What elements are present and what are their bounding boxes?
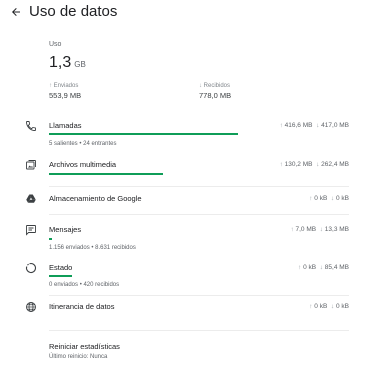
row-sent: 130,2 MB (284, 161, 313, 168)
row-stats: ↑ 7,0 MB ↓ 13,3 MB (290, 226, 349, 233)
received-summary: ↓ Recibidos 778,0 MB (199, 83, 231, 100)
row-detail: 0 enviados • 420 recibidos (49, 282, 120, 288)
usage-bar (49, 173, 282, 175)
row-name: Estado (49, 263, 73, 272)
divider (49, 330, 349, 331)
usage-total-unit: GB (74, 60, 86, 69)
divider (49, 214, 349, 215)
arrow-back-icon[interactable] (10, 6, 22, 18)
usage-bar (49, 238, 282, 240)
usage-row-google-storage[interactable]: Almacenamiento de Google ↑ 0 kB ↓ 0 kB (0, 190, 375, 210)
reset-statistics[interactable]: Reiniciar estadísticas Último reinicio: … (49, 342, 120, 360)
row-name: Almacenamiento de Google (49, 194, 142, 203)
row-stats: ↑ 130,2 MB ↓ 262,4 MB (279, 161, 349, 168)
usage-row-media[interactable]: Archivos multimedia ↑ 130,2 MB ↓ 262,4 M… (0, 157, 375, 181)
usage-bar-fill (49, 133, 238, 135)
download-arrow-icon: ↓ (199, 83, 202, 89)
status-icon (25, 262, 37, 274)
row-name: Llamadas (49, 121, 82, 130)
usage-row-calls[interactable]: Llamadas ↑ 416,6 MB ↓ 417,0 MB 5 salient… (0, 117, 375, 153)
sent-value: 553,9 MB (49, 91, 82, 100)
row-name: Itinerancia de datos (49, 302, 115, 311)
google-drive-icon (26, 194, 36, 203)
row-received: 85,4 MB (324, 264, 349, 271)
usage-total: 1,3 GB (49, 54, 86, 72)
divider (49, 295, 349, 296)
row-stats: ↑ 0 kB ↓ 85,4 MB (298, 264, 349, 271)
row-detail: 1.156 enviados • 8.631 recibidos (49, 245, 136, 251)
divider (49, 186, 349, 187)
usage-total-value: 1,3 (49, 54, 72, 71)
row-received: 13,3 MB (324, 226, 349, 233)
phone-icon (26, 121, 36, 131)
app-bar: Uso de datos (0, 0, 375, 26)
row-sent: 7,0 MB (295, 226, 317, 233)
sent-summary: ↑ Enviados 553,9 MB (49, 83, 81, 100)
row-received: 417,0 MB (321, 122, 349, 129)
row-received: 0 kB (335, 303, 349, 310)
usage-row-roaming[interactable]: Itinerancia de datos ↑ 0 kB ↓ 0 kB (0, 298, 375, 318)
reset-subtitle: Último reinicio: Nunca (49, 354, 108, 360)
row-sent: 0 kB (303, 264, 317, 271)
row-stats: ↑ 0 kB ↓ 0 kB (309, 303, 349, 310)
page-title: Uso de datos (29, 3, 118, 20)
row-sent: 0 kB (314, 303, 328, 310)
globe-icon (26, 302, 36, 312)
row-sent: 416,6 MB (284, 122, 313, 129)
usage-summary: Uso 1,3 GB ↑ Enviados 553,9 MB ↓ Recibido… (49, 41, 349, 100)
usage-bar-fill (49, 275, 72, 277)
usage-bar-fill (49, 238, 52, 240)
reset-title: Reiniciar estadísticas (49, 342, 120, 351)
row-received: 0 kB (335, 195, 349, 202)
row-stats: ↑ 416,6 MB ↓ 417,0 MB (279, 122, 349, 129)
received-value: 778,0 MB (199, 91, 232, 100)
row-sent: 0 kB (314, 195, 328, 202)
upload-arrow-icon: ↑ (49, 83, 52, 89)
sent-label: Enviados (53, 83, 79, 89)
usage-bar (49, 275, 282, 277)
row-detail: 5 salientes • 24 entrantes (49, 141, 117, 147)
usage-label: Uso (49, 41, 62, 48)
row-name: Mensajes (49, 225, 82, 234)
row-received: 262,4 MB (321, 161, 349, 168)
received-label: Recibidos (203, 83, 231, 89)
row-stats: ↑ 0 kB ↓ 0 kB (309, 195, 349, 202)
media-icon (26, 160, 36, 170)
usage-bar (49, 133, 259, 135)
usage-row-status[interactable]: Estado ↑ 0 kB ↓ 85,4 MB 0 enviados • 420… (0, 259, 375, 293)
row-name: Archivos multimedia (49, 160, 117, 169)
usage-row-messages[interactable]: Mensajes ↑ 7,0 MB ↓ 13,3 MB 1.156 enviad… (0, 221, 375, 255)
message-icon (26, 225, 36, 236)
usage-bar-fill (49, 173, 163, 175)
